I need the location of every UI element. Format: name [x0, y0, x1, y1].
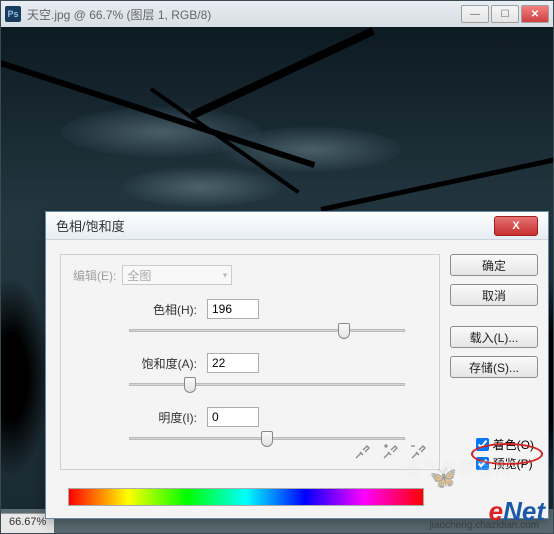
- hue-label: 色相(H):: [123, 301, 207, 318]
- saturation-slider[interactable]: [129, 377, 405, 393]
- edit-select[interactable]: 全图: [122, 265, 232, 285]
- edit-label: 编辑(E):: [73, 267, 116, 284]
- colorize-checkbox-row[interactable]: 着色(O): [476, 436, 534, 453]
- photoshop-window: Ps 天空.jpg @ 66.7% (图层 1, RGB/8) — ☐ ✕ 66…: [0, 0, 554, 534]
- minimize-button[interactable]: —: [461, 5, 489, 23]
- hue-slider[interactable]: [129, 323, 405, 339]
- hue-slider-thumb[interactable]: [338, 323, 350, 339]
- eyedropper-icon[interactable]: [353, 443, 371, 461]
- dialog-close-button[interactable]: X: [494, 216, 538, 236]
- saturation-label: 饱和度(A):: [123, 355, 207, 372]
- title-bar[interactable]: Ps 天空.jpg @ 66.7% (图层 1, RGB/8) — ☐ ✕: [1, 1, 553, 27]
- lightness-slider-thumb[interactable]: [261, 431, 273, 447]
- save-button[interactable]: 存储(S)...: [450, 356, 538, 378]
- ok-button[interactable]: 确定: [450, 254, 538, 276]
- document-title: 天空.jpg @ 66.7% (图层 1, RGB/8): [27, 6, 461, 23]
- app-icon: Ps: [5, 6, 21, 22]
- dialog-title: 色相/饱和度: [56, 216, 494, 235]
- watermark-text: 查字典教程网: [405, 455, 513, 479]
- load-button[interactable]: 载入(L)...: [450, 326, 538, 348]
- butterfly-icon: 🦋: [430, 465, 457, 491]
- lightness-label: 明度(I):: [123, 409, 207, 426]
- saturation-slider-thumb[interactable]: [184, 377, 196, 393]
- color-spectrum: [68, 488, 424, 506]
- watermark-url: jiaocheng.chazidian.com: [429, 520, 539, 531]
- lightness-input[interactable]: [207, 407, 259, 427]
- dialog-title-bar[interactable]: 色相/饱和度 X: [46, 212, 548, 240]
- saturation-input[interactable]: [207, 353, 259, 373]
- cancel-button[interactable]: 取消: [450, 284, 538, 306]
- dialog-fieldset: 编辑(E): 全图 色相(H): 饱和度(A):: [60, 254, 440, 470]
- eyedropper-plus-icon[interactable]: [381, 443, 399, 461]
- colorize-checkbox[interactable]: [476, 438, 489, 451]
- maximize-button[interactable]: ☐: [491, 5, 519, 23]
- hue-input[interactable]: [207, 299, 259, 319]
- close-window-button[interactable]: ✕: [521, 5, 549, 23]
